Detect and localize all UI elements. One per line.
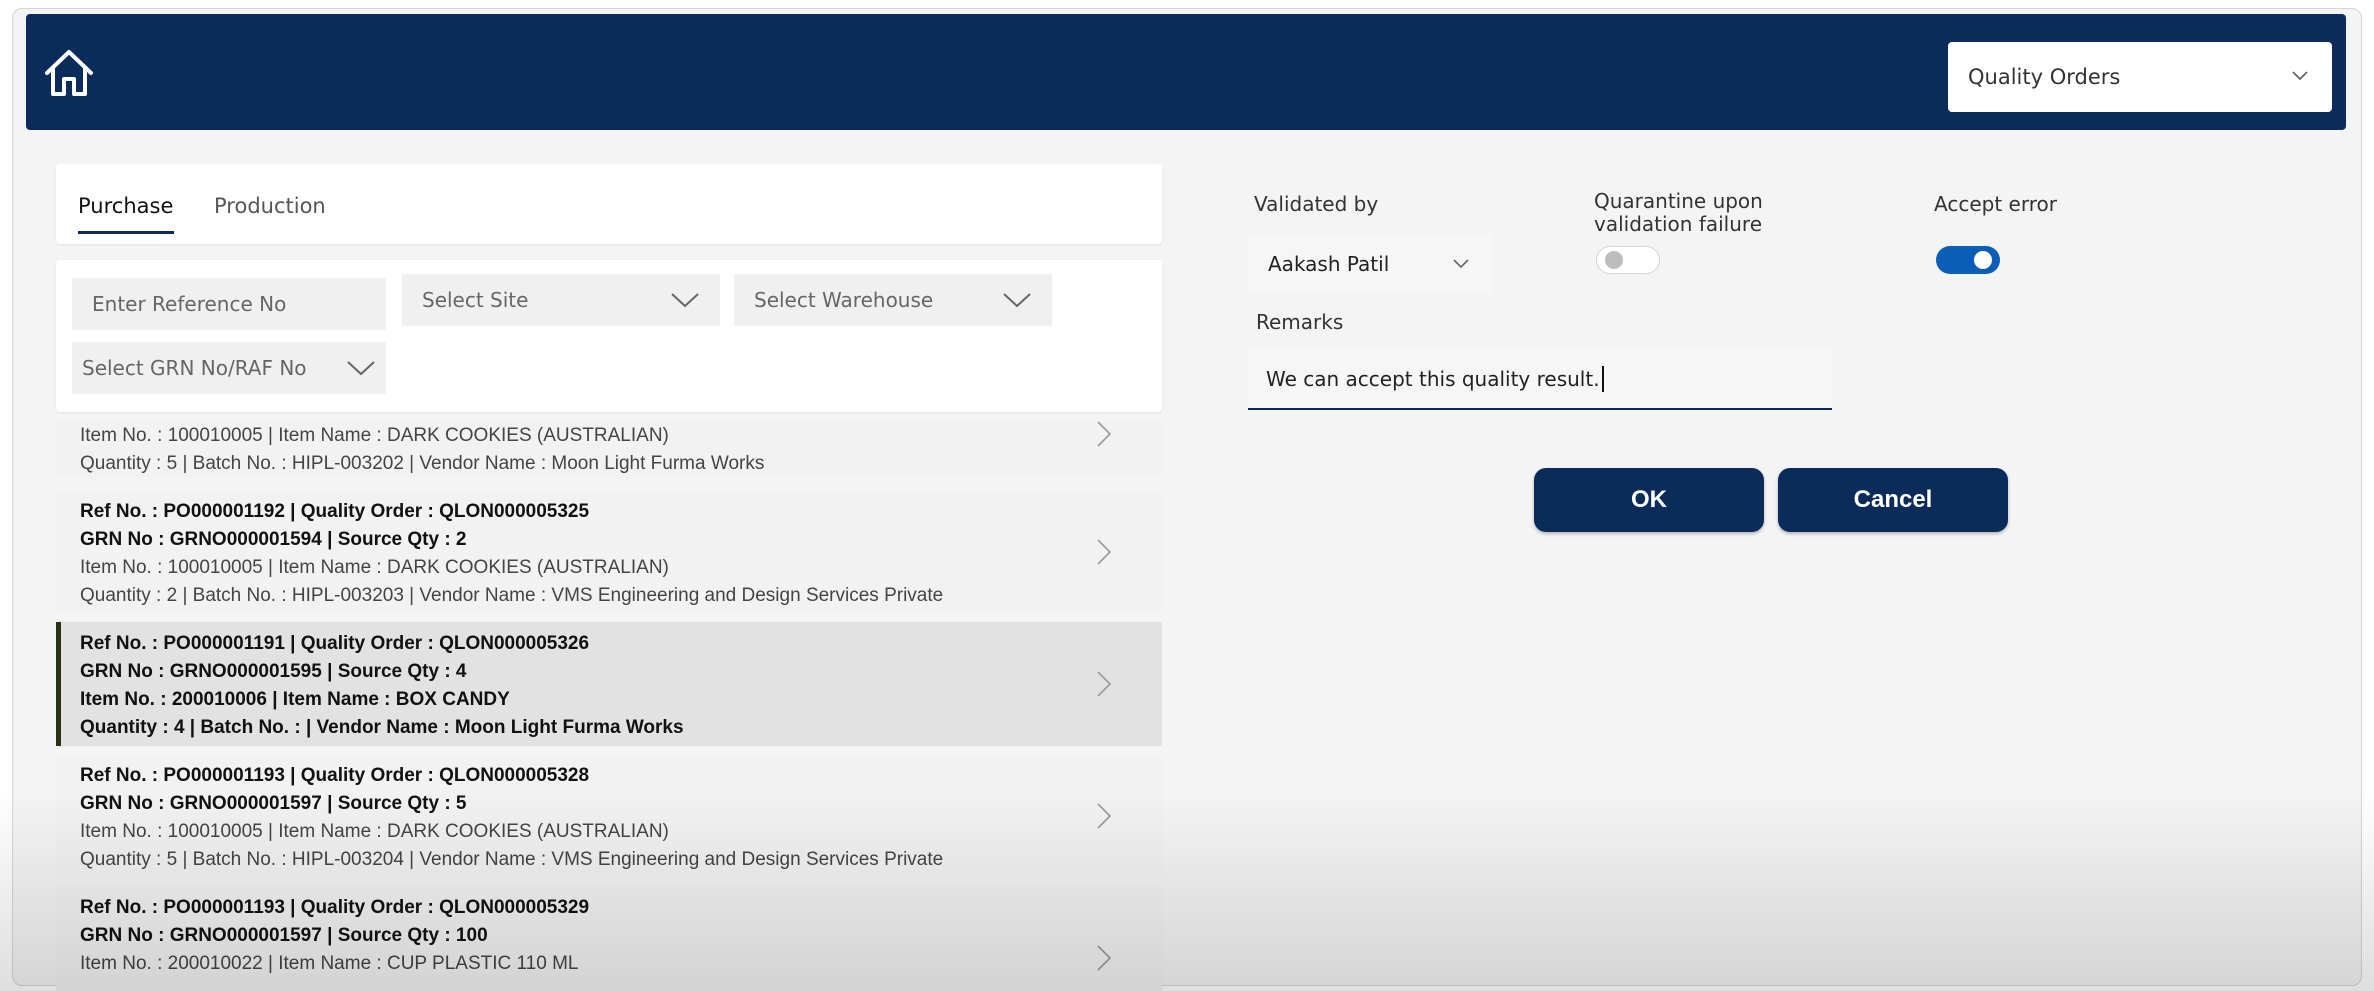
- quarantine-label-line-2: validation failure: [1594, 212, 1762, 236]
- item-line-1: Ref No. : PO000001191 | Quality Order : …: [80, 633, 590, 654]
- list-item[interactable]: Ref No. : PO000001192 | Quality Order : …: [56, 490, 1162, 614]
- accept-error-label: Accept error: [1934, 192, 2057, 216]
- chevron-down-icon: [1003, 293, 1031, 308]
- remarks-value: We can accept this quality result.: [1266, 367, 1600, 391]
- chevron-down-icon: [2292, 71, 2308, 81]
- module-dropdown[interactable]: Quality Orders: [1948, 42, 2332, 112]
- quarantine-label: Quarantine upon validation failure: [1594, 190, 1763, 236]
- item-line-2: GRN No : GRNO000001594 | Source Qty : 2: [80, 529, 467, 550]
- validated-by-label: Validated by: [1254, 192, 1379, 216]
- ok-button[interactable]: OK: [1534, 468, 1764, 532]
- accept-error-toggle[interactable]: [1936, 246, 2000, 274]
- warehouse-dropdown-value: Select Warehouse: [754, 288, 934, 312]
- list-item[interactable]: Item No. : 100010005 | Item Name : DARK …: [56, 421, 1162, 478]
- toggle-knob: [1974, 251, 1992, 269]
- validated-by-value: Aakash Patil: [1268, 252, 1390, 276]
- list-item[interactable]: Ref No. : PO000001193 | Quality Order : …: [56, 754, 1162, 878]
- filters-panel: Enter Reference No Select Site Select Wa…: [56, 260, 1162, 412]
- item-line-3: Item No. : 100010005 | Item Name : DARK …: [80, 821, 669, 842]
- chevron-right-icon: [1097, 421, 1112, 447]
- item-line-1: Ref No. : PO000001193 | Quality Order : …: [80, 897, 590, 918]
- quality-order-list-panel: Purchase Production Enter Reference No S…: [52, 164, 1164, 991]
- text-caret: [1601, 366, 1604, 392]
- item-line-2: GRN No : GRNO000001597 | Source Qty : 10…: [80, 925, 488, 946]
- tab-purchase[interactable]: Purchase: [78, 194, 173, 218]
- active-tab-indicator: [78, 231, 174, 234]
- validated-by-dropdown[interactable]: Aakash Patil: [1248, 234, 1492, 294]
- quarantine-label-line-1: Quarantine upon: [1594, 189, 1763, 213]
- toggle-knob: [1605, 251, 1623, 269]
- item-line-4: Quantity : 2 | Batch No. : HIPL-003203 |…: [80, 585, 944, 606]
- grn-dropdown[interactable]: Select GRN No/RAF No: [72, 342, 386, 394]
- list-item-selected[interactable]: Ref No. : PO000001191 | Quality Order : …: [56, 622, 1162, 746]
- item-line-4: Quantity : 5 | Batch No. : HIPL-003202 |…: [80, 453, 765, 474]
- item-line-3: Item No. : 100010005 | Item Name : DARK …: [80, 557, 669, 578]
- item-line-3: Item No. : 200010022 | Item Name : CUP P…: [80, 953, 579, 974]
- reference-no-placeholder: Enter Reference No: [92, 292, 287, 316]
- chevron-right-icon: [1097, 803, 1112, 829]
- tab-bar: Purchase Production: [56, 164, 1162, 244]
- site-dropdown-value: Select Site: [422, 288, 529, 312]
- chevron-right-icon: [1097, 945, 1112, 971]
- item-line-2: GRN No : GRNO000001597 | Source Qty : 5: [80, 793, 467, 814]
- home-icon[interactable]: [42, 46, 96, 100]
- item-line-4: Quantity : 4 | Batch No. : | Vendor Name…: [80, 717, 684, 738]
- item-line-4: Quantity : 5 | Batch No. : HIPL-003204 |…: [80, 849, 944, 870]
- app-header: Quality Orders: [26, 14, 2346, 130]
- item-line-2: GRN No : GRNO000001595 | Source Qty : 4: [80, 661, 467, 682]
- item-line-3: Item No. : 100010005 | Item Name : DARK …: [80, 425, 669, 446]
- remarks-label: Remarks: [1256, 310, 1344, 334]
- grn-dropdown-value: Select GRN No/RAF No: [82, 356, 307, 380]
- chevron-down-icon: [1453, 259, 1469, 269]
- module-dropdown-value: Quality Orders: [1968, 65, 2121, 89]
- item-line-1: Ref No. : PO000001193 | Quality Order : …: [80, 765, 590, 786]
- chevron-down-icon: [347, 361, 375, 376]
- chevron-right-icon: [1097, 539, 1112, 565]
- cancel-button[interactable]: Cancel: [1778, 468, 2008, 532]
- chevron-down-icon: [671, 293, 699, 308]
- chevron-right-icon: [1097, 671, 1112, 697]
- item-line-1: Ref No. : PO000001192 | Quality Order : …: [80, 501, 590, 522]
- reference-no-input[interactable]: Enter Reference No: [72, 278, 386, 330]
- warehouse-dropdown[interactable]: Select Warehouse: [734, 274, 1052, 326]
- quarantine-toggle[interactable]: [1596, 246, 1660, 274]
- remarks-input[interactable]: We can accept this quality result.: [1248, 350, 1832, 410]
- site-dropdown[interactable]: Select Site: [402, 274, 720, 326]
- item-line-3: Item No. : 200010006 | Item Name : BOX C…: [80, 689, 510, 710]
- tab-production[interactable]: Production: [214, 194, 326, 218]
- list-item[interactable]: Ref No. : PO000001193 | Quality Order : …: [56, 886, 1162, 991]
